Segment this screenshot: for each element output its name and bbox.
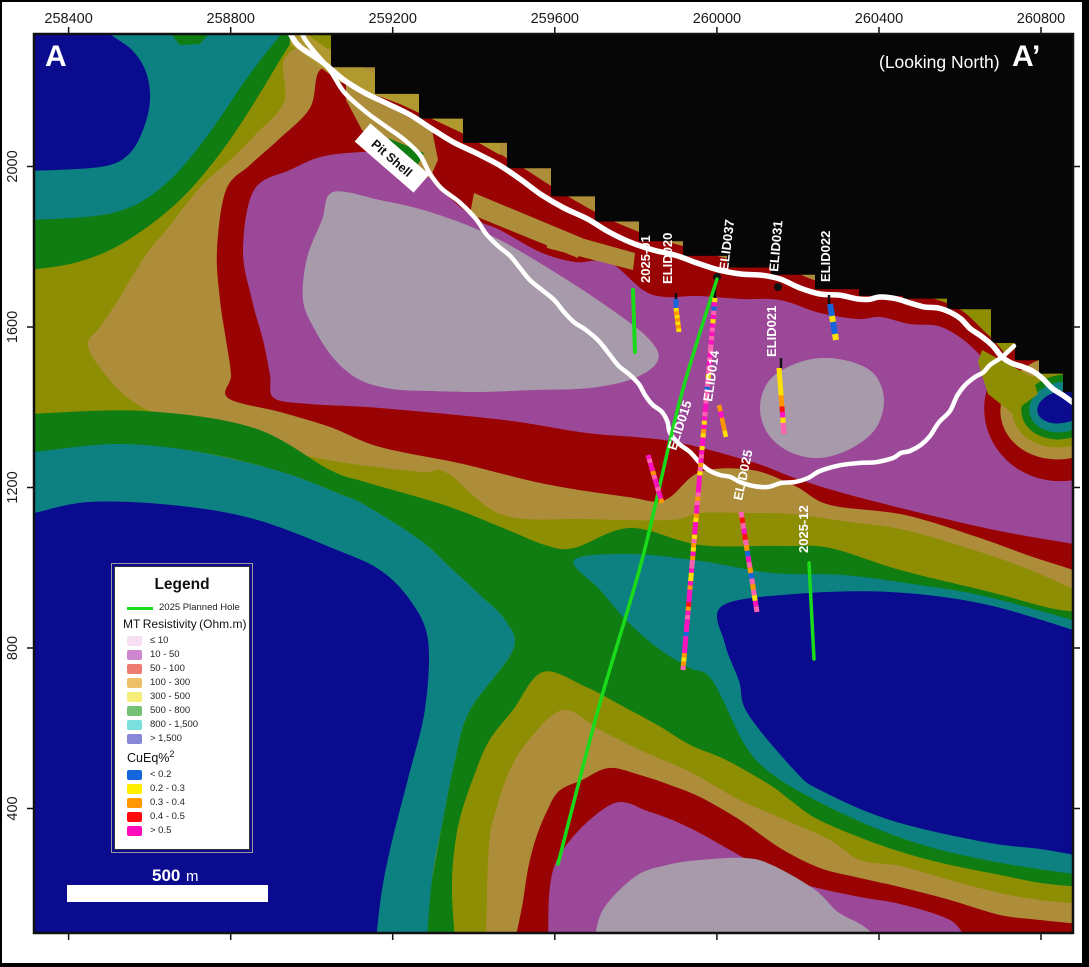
svg-text:500: 500 (152, 866, 180, 885)
svg-text:A: A (45, 40, 67, 73)
svg-text:260400: 260400 (855, 11, 903, 27)
svg-text:800: 800 (5, 636, 21, 660)
svg-text:258800: 258800 (207, 11, 255, 27)
svg-text:2000: 2000 (5, 150, 21, 182)
svg-text:259200: 259200 (369, 11, 417, 27)
svg-text:A’: A’ (1012, 40, 1040, 73)
svg-text:258400: 258400 (44, 11, 92, 27)
svg-text:260000: 260000 (693, 11, 741, 27)
svg-text:259600: 259600 (531, 11, 579, 27)
svg-text:260800: 260800 (1017, 11, 1065, 27)
svg-text:(Looking North): (Looking North) (879, 52, 1000, 72)
svg-text:400: 400 (5, 796, 21, 820)
svg-text:m: m (186, 868, 199, 885)
svg-text:1200: 1200 (5, 471, 21, 503)
svg-text:1600: 1600 (5, 311, 21, 343)
